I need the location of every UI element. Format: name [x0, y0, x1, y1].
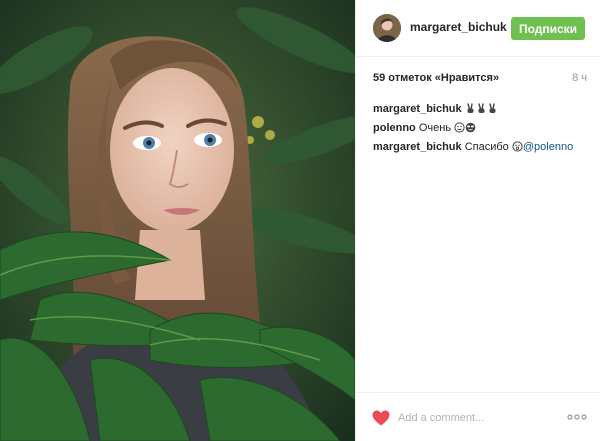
victory-hand-emoji-icon [465, 103, 476, 114]
likes-row: 59 отметок «Нравится» 8 ч [373, 72, 587, 88]
portrait-photo [0, 0, 355, 441]
comment-username[interactable]: polenno [373, 122, 416, 134]
post-header: margaret_bichuk Подписки [356, 0, 600, 57]
victory-hand-emoji-icon [487, 103, 498, 114]
more-options-icon[interactable] [567, 411, 587, 423]
comment-input[interactable] [398, 408, 548, 428]
smiling-face-emoji-icon [454, 122, 465, 133]
post-photo[interactable] [0, 0, 355, 441]
comment-username[interactable]: margaret_bichuk [373, 141, 462, 153]
comment-text: Спасибо [464, 141, 509, 153]
heart-icon[interactable] [372, 410, 390, 426]
comment-item: polenno Очень [373, 119, 593, 138]
cool-face-emoji-icon [465, 122, 476, 133]
mention-link[interactable]: @polenno [523, 141, 573, 153]
avatar[interactable] [373, 14, 401, 42]
victory-hand-emoji-icon [476, 103, 487, 114]
likes-count[interactable]: 59 отметок «Нравится» [373, 72, 499, 84]
comment-item: margaret_bichuk Спасибо @polenno [373, 138, 593, 157]
surprised-face-emoji-icon [512, 141, 523, 152]
comment-text: Очень [418, 122, 452, 134]
post-side-panel: margaret_bichuk Подписки 59 отметок «Нра… [355, 0, 600, 441]
comments-list: margaret_bichuk polenno Очень margaret_b… [373, 100, 593, 157]
profile-photo-avatar [373, 14, 401, 42]
author-username[interactable]: margaret_bichuk [410, 20, 507, 34]
instagram-post: margaret_bichuk Подписки 59 отметок «Нра… [0, 0, 600, 441]
comment-item: margaret_bichuk [373, 100, 593, 119]
follow-button[interactable]: Подписки [511, 17, 585, 40]
comment-username[interactable]: margaret_bichuk [373, 103, 462, 115]
post-footer [356, 392, 600, 441]
post-timestamp[interactable]: 8 ч [572, 72, 587, 84]
